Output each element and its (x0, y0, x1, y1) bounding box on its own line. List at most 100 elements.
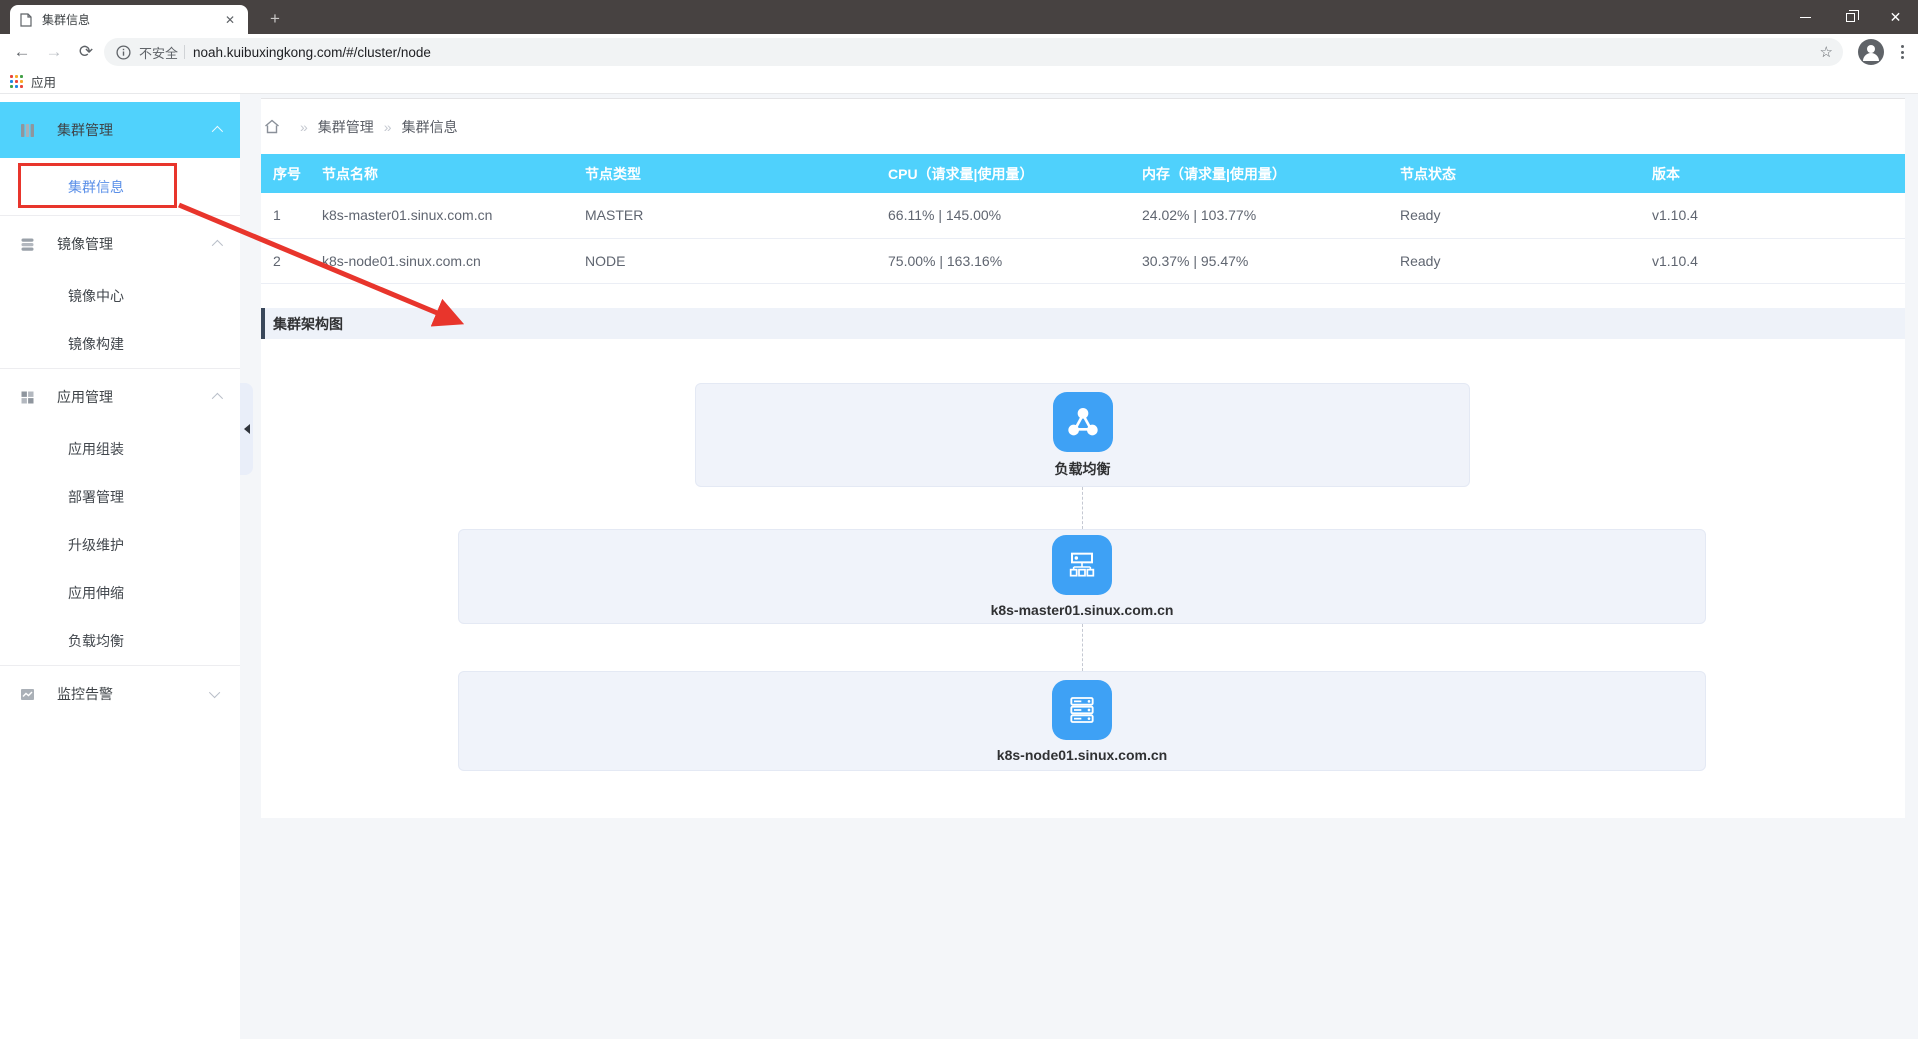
worker-node-icon (1052, 679, 1112, 740)
window-close-button[interactable]: ✕ (1873, 0, 1918, 34)
cell-status: Ready (1400, 252, 1441, 269)
cluster-architecture-diagram: 负载均衡 k8s-master01.sinux.com.cn k8s-node0… (261, 339, 1905, 819)
breadcrumb-separator: » (300, 118, 308, 135)
node-table: 序号 节点名称 节点类型 CPU（请求量|使用量） 内存（请求量|使用量） 节点… (261, 154, 1905, 284)
cell-version: v1.10.4 (1652, 207, 1698, 224)
cell-index: 1 (273, 207, 281, 224)
sidebar-group-apps[interactable]: 应用管理 (0, 369, 240, 425)
chevron-up-icon (211, 392, 224, 405)
monitor-icon (21, 688, 34, 700)
sidebar-group-images[interactable]: 镜像管理 (0, 216, 240, 272)
sidebar-item-image-build[interactable]: 镜像构建 (0, 320, 240, 368)
close-icon: ✕ (1889, 9, 1902, 25)
page-favicon-icon (20, 12, 32, 27)
diagram-node-label: k8s-master01.sinux.com.cn (990, 602, 1174, 618)
breadcrumb-separator: » (383, 118, 392, 135)
bookmark-star-icon[interactable]: ☆ (1820, 43, 1833, 61)
content-panel: » 集群管理 » 集群信息 序号 节点名称 节点类型 CPU（请求量|使用量） … (261, 98, 1905, 818)
load-balancer-icon (1052, 391, 1113, 452)
cell-status: Ready (1400, 207, 1441, 224)
sidebar-group-label: 应用管理 (57, 389, 113, 405)
master-node-icon (1052, 535, 1112, 595)
sidebar-item-upgrade-maint[interactable]: 升级维护 (0, 521, 240, 569)
tab-title: 集群信息 (42, 13, 91, 27)
table-row: 1 k8s-master01.sinux.com.cn MASTER 66.11… (261, 193, 1905, 239)
diagram-node-load-balancer: 负载均衡 (695, 383, 1470, 487)
browser-menu-icon[interactable] (1894, 40, 1910, 64)
sidebar: 集群管理 集群信息 镜像管理 镜像中心 镜像构建 应用管理 应用组装 部署管理 … (0, 94, 240, 1039)
sidebar-item-app-assembly[interactable]: 应用组装 (0, 425, 240, 473)
refresh-button[interactable]: ⟳ (74, 40, 98, 64)
diagram-node-label: k8s-node01.sinux.com.cn (996, 746, 1168, 763)
address-bar[interactable]: 不安全 noah.kuibuxingkong.com/#/cluster/nod… (104, 38, 1843, 66)
cell-cpu: 75.00% | 163.16% (888, 252, 1003, 269)
diagram-node-master: k8s-master01.sinux.com.cn (458, 529, 1706, 624)
sidebar-item-load-balance[interactable]: 负载均衡 (0, 617, 240, 665)
cluster-icon (21, 123, 34, 137)
cell-node-type: NODE (585, 252, 626, 269)
images-icon (21, 238, 34, 251)
window-restore-button[interactable] (1828, 0, 1873, 34)
col-header: 序号 (273, 165, 301, 182)
sidebar-collapse-handle[interactable] (240, 383, 253, 475)
sidebar-item-deploy-mgmt[interactable]: 部署管理 (0, 473, 240, 521)
collapse-arrow-icon (243, 424, 250, 434)
col-header: CPU（请求量|使用量） (888, 165, 1034, 182)
cell-node-name: k8s-node01.sinux.com.cn (322, 252, 481, 269)
col-header: 节点状态 (1400, 165, 1456, 182)
breadcrumb-cluster-mgmt[interactable]: 集群管理 (318, 117, 374, 137)
cell-memory: 24.02% | 103.77% (1142, 207, 1257, 224)
new-tab-button[interactable]: + (262, 7, 288, 31)
browser-toolbar: ← → ⟳ 不安全 noah.kuibuxingkong.com/#/clust… (0, 34, 1918, 70)
browser-tab[interactable]: 集群信息 ✕ (10, 5, 248, 34)
breadcrumb: » 集群管理 » 集群信息 (261, 99, 1905, 154)
apps-grid-icon[interactable] (10, 75, 23, 88)
table-row: 2 k8s-node01.sinux.com.cn NODE 75.00% | … (261, 239, 1905, 284)
architecture-section-header: 集群架构图 (261, 308, 1905, 339)
cell-index: 2 (273, 252, 281, 269)
col-header: 内存（请求量|使用量） (1142, 165, 1286, 182)
info-icon (116, 44, 131, 60)
window-minimize-button[interactable] (1783, 0, 1828, 34)
url-text: noah.kuibuxingkong.com/#/cluster/node (193, 44, 431, 60)
minimize-icon (1800, 16, 1811, 18)
restore-icon (1846, 9, 1859, 22)
app-page: 集群管理 集群信息 镜像管理 镜像中心 镜像构建 应用管理 应用组装 部署管理 … (0, 94, 1918, 1039)
security-label: 不安全 (139, 45, 179, 61)
bookmark-apps[interactable]: 应用 (31, 72, 56, 91)
table-header-row: 序号 节点名称 节点类型 CPU（请求量|使用量） 内存（请求量|使用量） 节点… (261, 154, 1905, 193)
diagram-node-label: 负载均衡 (1054, 460, 1111, 477)
home-icon[interactable] (264, 119, 280, 134)
sidebar-group-label: 镜像管理 (57, 236, 113, 252)
sidebar-group-cluster[interactable]: 集群管理 (0, 102, 240, 158)
cell-version: v1.10.4 (1652, 252, 1698, 269)
cell-node-name: k8s-master01.sinux.com.cn (322, 207, 493, 224)
architecture-title: 集群架构图 (273, 315, 343, 332)
profile-avatar[interactable] (1858, 39, 1884, 65)
sidebar-item-image-center[interactable]: 镜像中心 (0, 272, 240, 320)
tab-close-icon[interactable]: ✕ (222, 12, 238, 28)
sidebar-item-cluster-info[interactable]: 集群信息 (0, 158, 240, 215)
diagram-node-worker: k8s-node01.sinux.com.cn (458, 671, 1706, 771)
cell-node-type: MASTER (585, 207, 644, 224)
cell-memory: 30.37% | 95.47% (1142, 252, 1249, 269)
diagram-connector (1082, 487, 1083, 529)
chevron-up-icon (211, 125, 224, 138)
browser-titlebar: 集群信息 ✕ + ✕ (0, 0, 1918, 34)
cell-cpu: 66.11% | 145.00% (888, 207, 1002, 224)
back-button[interactable]: ← (10, 40, 34, 64)
omnibox-divider (184, 45, 186, 59)
col-header: 节点名称 (322, 165, 378, 182)
sidebar-group-label: 监控告警 (57, 686, 113, 702)
sidebar-item-app-scaling[interactable]: 应用伸缩 (0, 569, 240, 617)
col-header: 版本 (1652, 165, 1680, 182)
apps-icon (21, 391, 34, 403)
sidebar-group-label: 集群管理 (57, 122, 113, 138)
diagram-connector (1082, 624, 1083, 671)
col-header: 节点类型 (585, 165, 641, 182)
chevron-up-icon (211, 239, 224, 252)
breadcrumb-cluster-info[interactable]: 集群信息 (402, 117, 458, 137)
forward-button[interactable]: → (42, 40, 66, 64)
bookmarks-bar: 应用 (0, 70, 1918, 94)
sidebar-group-monitor[interactable]: 监控告警 (0, 666, 240, 722)
